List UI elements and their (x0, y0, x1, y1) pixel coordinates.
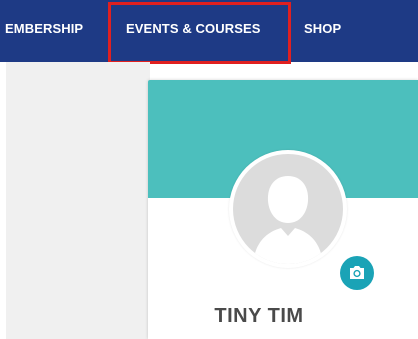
nav-item-shop[interactable]: SHOP (304, 0, 341, 62)
camera-icon (350, 266, 364, 279)
top-navigation-bar: EMBERSHIP EVENTS & COURSES SHOP (0, 0, 418, 62)
change-photo-button[interactable] (340, 256, 374, 290)
user-silhouette-icon (253, 176, 323, 264)
profile-avatar[interactable] (229, 150, 347, 268)
avatar-placeholder (233, 154, 343, 264)
nav-item-events-courses[interactable]: EVENTS & COURSES (126, 0, 261, 62)
left-sidebar-background (0, 62, 150, 339)
nav-item-membership[interactable]: EMBERSHIP (5, 0, 83, 62)
left-edge-strip (0, 62, 6, 339)
profile-name: TINY TIM (214, 305, 304, 327)
